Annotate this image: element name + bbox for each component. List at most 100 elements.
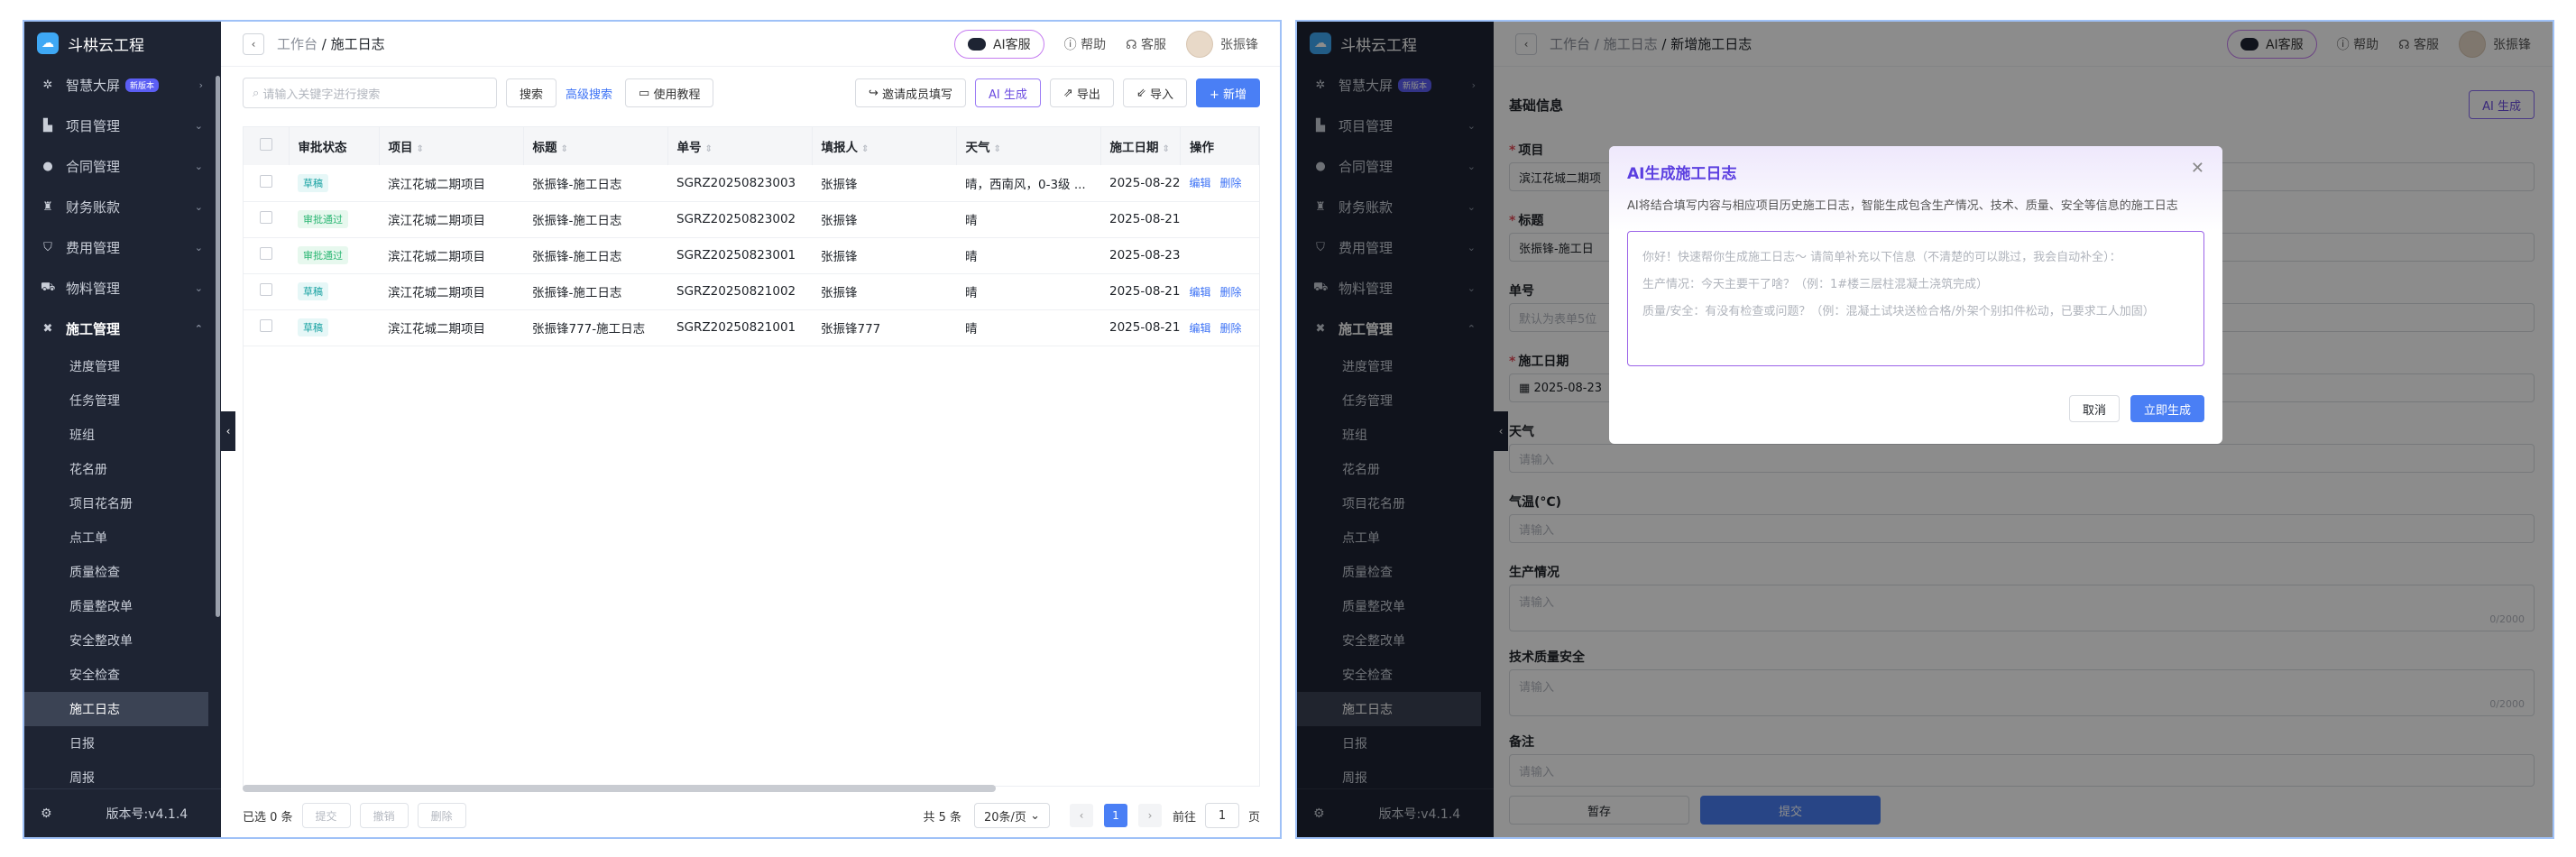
project-cell: 滨江花城二期项目 [379, 273, 523, 310]
edit-link[interactable]: 编辑 [1189, 177, 1210, 189]
sidebar-sub-safety-rect[interactable]: 安全整改单 [24, 623, 221, 658]
row-select-cell[interactable] [244, 237, 289, 274]
title-cell[interactable]: 张振锋-施工日志 [523, 237, 667, 274]
page-number[interactable]: 1 [1103, 804, 1127, 827]
col-date[interactable]: 施工日期 ⇕ [1100, 127, 1181, 165]
cancel-button[interactable]: 取消 [2068, 395, 2120, 422]
goto-page-input[interactable]: 1 [1204, 803, 1239, 828]
chevron-down-icon: ⌄ [194, 201, 203, 213]
sidebar-item-project[interactable]: ▙ 项目管理 ⌄ [24, 106, 221, 146]
page-size-select[interactable]: 20条/页 ⌄ [973, 803, 1050, 828]
bulk-delete-button[interactable]: 删除 [417, 803, 466, 828]
settings-icon[interactable]: ⚙ [41, 806, 52, 821]
row-checkbox[interactable] [260, 319, 272, 332]
back-button[interactable]: ‹ [243, 32, 264, 55]
sidebar-sub-daily[interactable]: 日报 [24, 726, 221, 760]
weather-cell: 晴 [956, 201, 1100, 238]
table-row[interactable]: 草稿 滨江花城二期项目 张振锋777-施工日志 SGRZ20250821001 张振锋7… [244, 309, 1259, 346]
edit-link[interactable]: 编辑 [1189, 322, 1210, 335]
next-page-button[interactable]: › [1137, 804, 1162, 827]
col-project[interactable]: 项目 ⇕ [379, 127, 524, 165]
col-title[interactable]: 标题 ⇕ [523, 127, 668, 165]
sidebar-sub-construction-log[interactable]: 施工日志 [24, 692, 208, 726]
search-button[interactable]: 搜索 [506, 78, 557, 107]
sidebar-sub-team[interactable]: 班组 [24, 418, 221, 452]
delete-link[interactable]: 删除 [1219, 322, 1241, 335]
ai-service-button[interactable]: AI客服 [953, 29, 1044, 59]
breadcrumb: 工作台 / 施工日志 [277, 34, 385, 53]
delete-link[interactable]: 删除 [1219, 286, 1241, 299]
advanced-search-link[interactable]: 高级搜索 [566, 85, 612, 102]
chevron-down-icon: ⌄ [194, 242, 203, 253]
table-row[interactable]: 草稿 滨江花城二期项目 张振锋-施工日志 SGRZ20250823003 张振锋 晴，西南… [244, 165, 1259, 202]
ops-cell: 编辑 删除 [1180, 273, 1259, 310]
select-all-cell[interactable] [244, 127, 290, 165]
row-checkbox[interactable] [260, 283, 272, 296]
tutorial-button[interactable]: ▭ 使用教程 [625, 78, 714, 107]
title-cell[interactable]: 张振锋-施工日志 [523, 273, 667, 310]
table-row[interactable]: 审批通过 滨江花城二期项目 张振锋-施工日志 SGRZ20250823002 张振锋晴 2… [244, 201, 1259, 238]
generate-button[interactable]: 立即生成 [2130, 395, 2204, 422]
sidebar-sub-roster[interactable]: 花名册 [24, 452, 221, 486]
invite-member-button[interactable]: ↪ 邀请成员填写 [854, 78, 966, 107]
col-weather[interactable]: 天气 ⇕ [956, 127, 1101, 165]
sidebar-item-construction[interactable]: ✖ 施工管理 ⌃ [24, 309, 221, 349]
project-cell: 滨江花城二期项目 [379, 165, 523, 202]
row-checkbox[interactable] [260, 247, 272, 260]
ai-generate-button[interactable]: AI 生成 [974, 78, 1041, 107]
title-cell[interactable]: 张振锋-施工日志 [523, 201, 667, 238]
bulk-revoke-button[interactable]: 撤销 [359, 803, 409, 828]
user-name[interactable]: 张振锋 [1220, 35, 1258, 53]
sort-icon: ⇕ [560, 144, 568, 154]
row-select-cell[interactable] [244, 165, 289, 202]
collapse-sidebar-handle[interactable]: ‹ [221, 411, 235, 451]
col-reporter[interactable]: 填报人 ⇕ [812, 127, 957, 165]
table-row[interactable]: 草稿 滨江花城二期项目 张振锋-施工日志 SGRZ20250821002 张振锋晴 202… [244, 273, 1259, 310]
sidebar-item-material[interactable]: ⛟ 物料管理 ⌄ [24, 268, 221, 309]
help-link[interactable]: ⓘ 帮助 [1064, 35, 1106, 53]
sidebar-scrollbar[interactable] [216, 76, 220, 617]
close-icon[interactable]: ✕ [2191, 159, 2204, 178]
sidebar-item-finance[interactable]: ♜ 财务账款 ⌄ [24, 187, 221, 227]
sidebar-sub-quality-rect[interactable]: 质量整改单 [24, 589, 221, 623]
import-button[interactable]: ⇙ 导入 [1122, 78, 1187, 107]
sidebar-sub-quality-check[interactable]: 质量检查 [24, 555, 221, 589]
sidebar-item-expense[interactable]: ⛉ 费用管理 ⌄ [24, 227, 221, 268]
prompt-line: 生产情况：今天主要干了啥？（例：1#楼三层柱混凝土浇筑完成） [1642, 278, 1989, 291]
row-checkbox[interactable] [260, 174, 272, 188]
bulk-submit-button[interactable]: 提交 [301, 803, 351, 828]
status-badge: 草稿 [298, 173, 328, 192]
table-horizontal-scrollbar[interactable] [243, 785, 996, 792]
sidebar-sub-safety-check[interactable]: 安全检查 [24, 658, 221, 692]
sidebar-item-contract[interactable]: ● 合同管理 ⌄ [24, 146, 221, 187]
edit-link[interactable]: 编辑 [1189, 286, 1210, 299]
sidebar-sub-progress[interactable]: 进度管理 [24, 349, 221, 383]
delete-link[interactable]: 删除 [1219, 177, 1241, 189]
row-select-cell[interactable] [244, 309, 289, 346]
list-window: ☁ 斗栱云工程 ✲ 智慧大屏 新版本 › ▙ 项目管理 ⌄ ● 合同管理 ⌄ ♜ 财务账款 ⌄ ⛉… [23, 20, 1282, 839]
search-input[interactable]: ⌕ 请输入关键字进行搜索 [243, 78, 497, 108]
export-button[interactable]: ⇗ 导出 [1049, 78, 1114, 107]
col-no[interactable]: 单号 ⇕ [667, 127, 813, 165]
row-select-cell[interactable] [244, 201, 289, 238]
sidebar-sub-task[interactable]: 任务管理 [24, 383, 221, 418]
chevron-left-icon: ‹ [1079, 809, 1084, 822]
breadcrumb-root[interactable]: 工作台 [277, 36, 317, 52]
prev-page-button[interactable]: ‹ [1069, 804, 1093, 827]
sidebar-sub-project-roster[interactable]: 项目花名册 [24, 486, 221, 521]
row-select-cell[interactable] [244, 273, 289, 310]
sort-icon: ⇕ [1162, 144, 1170, 154]
title-cell[interactable]: 张振锋-施工日志 [523, 165, 667, 202]
sidebar-item-dashboard[interactable]: ✲ 智慧大屏 新版本 › [24, 65, 221, 106]
table-row[interactable]: 审批通过 滨江花城二期项目 张振锋-施工日志 SGRZ20250823001 张振锋晴 2… [244, 237, 1259, 274]
select-all-checkbox[interactable] [260, 138, 272, 151]
ai-prompt-textarea[interactable]: 你好！快速帮你生成施工日志～ 请简单补充以下信息（不清楚的可以跳过，我会自动补全… [1627, 231, 2204, 366]
title-cell[interactable]: 张振锋777-施工日志 [523, 309, 667, 346]
reporter-cell: 张振锋 [812, 201, 956, 238]
avatar[interactable] [1186, 30, 1213, 58]
row-checkbox[interactable] [260, 211, 272, 224]
service-link[interactable]: ☊ 客服 [1126, 35, 1166, 53]
table-header-row: 审批状态 项目 ⇕ 标题 ⇕ 单号 ⇕ 填报人 ⇕ 天气 ⇕ 施工日期 ⇕ 操作 [244, 127, 1260, 165]
add-button[interactable]: + 新增 [1195, 78, 1260, 107]
sidebar-sub-worksheet[interactable]: 点工单 [24, 521, 221, 555]
